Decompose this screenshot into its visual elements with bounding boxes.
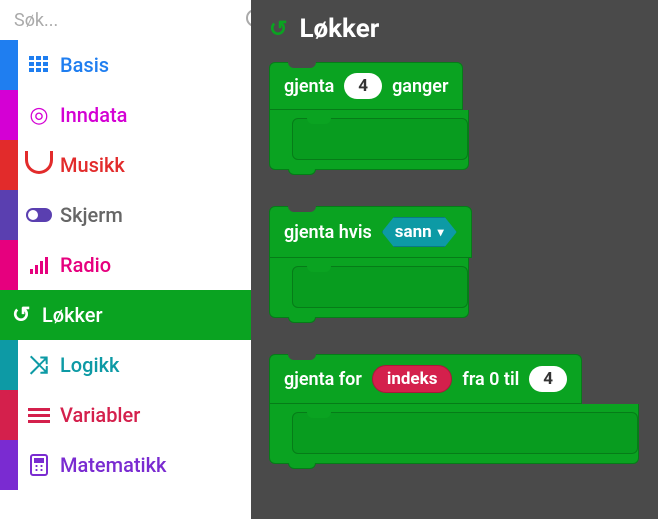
- sidebar-item-label: Løkker: [42, 303, 103, 327]
- variable-pill[interactable]: indeks: [372, 365, 453, 393]
- sidebar-item-label: Inndata: [60, 103, 127, 127]
- block-text: gjenta for: [284, 369, 362, 390]
- block-inner-slot[interactable]: [292, 118, 468, 160]
- chevron-down-icon: ▾: [438, 225, 444, 239]
- sidebar-item-label: Logikk: [60, 353, 119, 377]
- block-repeat-while[interactable]: gjenta hvis sann ▾: [269, 206, 640, 318]
- block-header[interactable]: gjenta for indeks fra 0 til 4: [269, 354, 582, 404]
- reload-icon: [269, 17, 287, 42]
- sidebar-item-inndata[interactable]: Inndata: [0, 90, 251, 140]
- sidebar-item-label: Skjerm: [60, 203, 123, 227]
- block-body[interactable]: [269, 404, 639, 464]
- sidebar-item-label: Variabler: [60, 403, 140, 427]
- list-icon: [18, 408, 60, 423]
- block-inner-slot[interactable]: [292, 266, 468, 308]
- boolean-dropdown[interactable]: sann ▾: [382, 217, 457, 247]
- category-sidebar: Basis Inndata Musikk Skjerm Radio Løkker: [0, 0, 251, 519]
- block-inner-slot[interactable]: [292, 412, 638, 454]
- block-text: gjenta: [284, 76, 334, 97]
- category-list: Basis Inndata Musikk Skjerm Radio Løkker: [0, 40, 251, 490]
- number-input[interactable]: 4: [529, 366, 567, 392]
- block-text: fra 0 til: [462, 369, 519, 390]
- sidebar-item-label: Musikk: [60, 153, 125, 177]
- grid-icon: [18, 53, 60, 77]
- search-input[interactable]: [14, 10, 242, 31]
- sidebar-item-variabler[interactable]: Variabler: [0, 390, 251, 440]
- sidebar-item-logikk[interactable]: Logikk: [0, 340, 251, 390]
- sidebar-item-matematikk[interactable]: Matematikk: [0, 440, 251, 490]
- sidebar-item-lokker[interactable]: Løkker: [0, 290, 251, 340]
- sidebar-item-basis[interactable]: Basis: [0, 40, 251, 90]
- block-header[interactable]: gjenta hvis sann ▾: [269, 206, 472, 258]
- block-repeat-for[interactable]: gjenta for indeks fra 0 til 4: [269, 354, 640, 464]
- block-body[interactable]: [269, 110, 469, 170]
- reload-icon: [0, 303, 42, 328]
- sidebar-item-label: Radio: [60, 253, 111, 277]
- block-text: ganger: [392, 76, 448, 97]
- boolean-value: sann: [395, 222, 432, 242]
- flyout-title: Løkker: [299, 14, 379, 44]
- flyout-header: Løkker: [251, 0, 658, 62]
- signal-bars-icon: [18, 256, 60, 274]
- sidebar-item-skjerm[interactable]: Skjerm: [0, 190, 251, 240]
- sidebar-item-label: Matematikk: [60, 453, 166, 477]
- block-header[interactable]: gjenta 4 ganger: [269, 62, 463, 110]
- target-icon: [18, 103, 60, 127]
- sidebar-item-label: Basis: [60, 53, 109, 77]
- sidebar-item-musikk[interactable]: Musikk: [0, 140, 251, 190]
- block-text: gjenta hvis: [284, 222, 372, 243]
- block-body[interactable]: [269, 258, 469, 318]
- shuffle-icon: [18, 351, 60, 379]
- calculator-icon: [18, 454, 60, 476]
- block-repeat-times[interactable]: gjenta 4 ganger: [269, 62, 640, 170]
- blocks-flyout: Løkker gjenta 4 ganger gjenta hvis sann …: [251, 0, 658, 519]
- number-input[interactable]: 4: [344, 73, 382, 99]
- search-row: [0, 0, 251, 40]
- headphones-icon: [18, 151, 60, 179]
- blocks-area: gjenta 4 ganger gjenta hvis sann ▾: [251, 62, 658, 464]
- sidebar-item-radio[interactable]: Radio: [0, 240, 251, 290]
- toggle-icon: [18, 208, 60, 222]
